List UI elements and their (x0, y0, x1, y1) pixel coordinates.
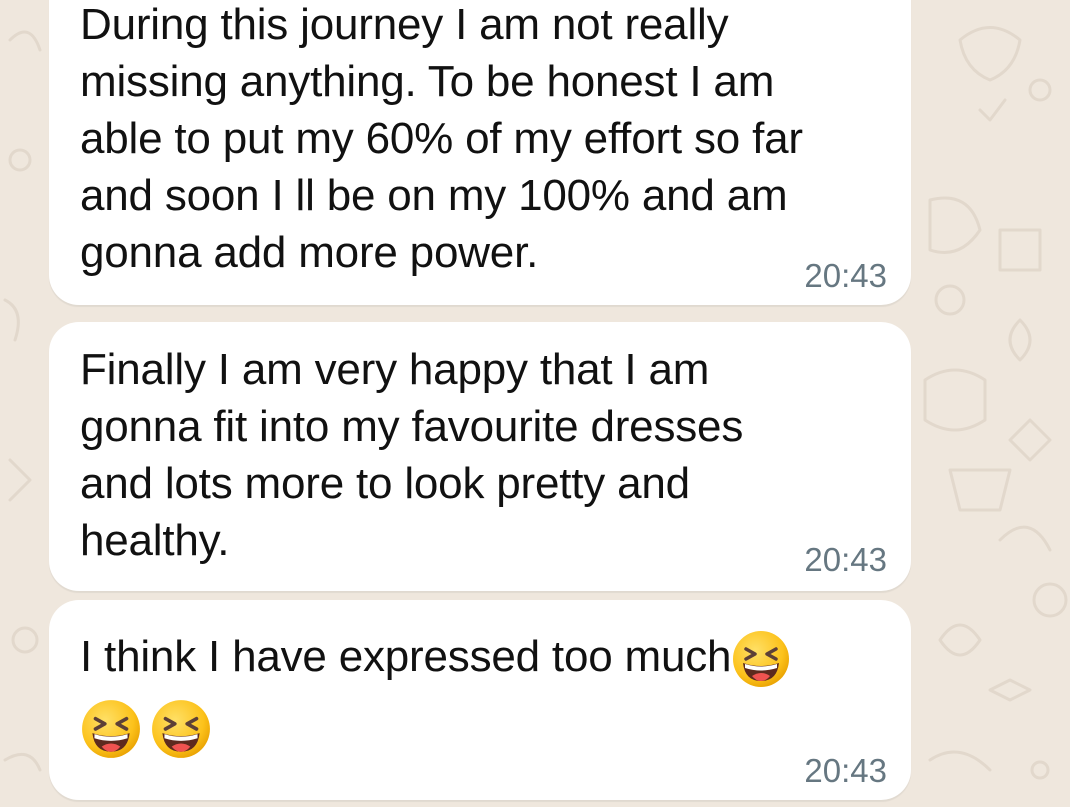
message-line: gonna fit into my favourite dresses (80, 402, 744, 451)
message-line: and lots more to look pretty and (80, 459, 690, 508)
message-timestamp: 20:43 (804, 541, 887, 578)
message-line: and soon I ll be on my 100% and am (80, 171, 788, 220)
chat-messages: During this journey I am not really miss… (0, 0, 1070, 807)
message-line (80, 690, 870, 768)
message-text: I think I have expressed too much (80, 628, 870, 768)
message-bubble[interactable]: Finally I am very happy that I am gonna … (49, 322, 911, 591)
grinning-squinting-face-emoji (80, 698, 142, 760)
message-bubble[interactable]: I think I have expressed too much 20:43 (49, 600, 911, 800)
grinning-squinting-face-emoji (150, 698, 212, 760)
grinning-squinting-face-emoji (731, 629, 791, 689)
message-bubble[interactable]: During this journey I am not really miss… (49, 0, 911, 305)
message-timestamp: 20:43 (804, 257, 887, 294)
message-line: Finally I am very happy that I am (80, 345, 710, 394)
message-line: I think I have expressed too much (80, 628, 870, 690)
message-line: able to put my 60% of my effort so far (80, 114, 803, 163)
message-timestamp: 20:43 (804, 752, 887, 789)
message-text: During this journey I am not really miss… (80, 0, 870, 281)
message-text: Finally I am very happy that I am gonna … (80, 341, 870, 569)
message-line: healthy. (80, 516, 230, 565)
message-line: gonna add more power. (80, 228, 539, 277)
message-line: missing anything. To be honest I am (80, 57, 775, 106)
message-line-text: I think I have expressed too much (80, 632, 732, 681)
message-line: During this journey I am not really (80, 0, 729, 49)
